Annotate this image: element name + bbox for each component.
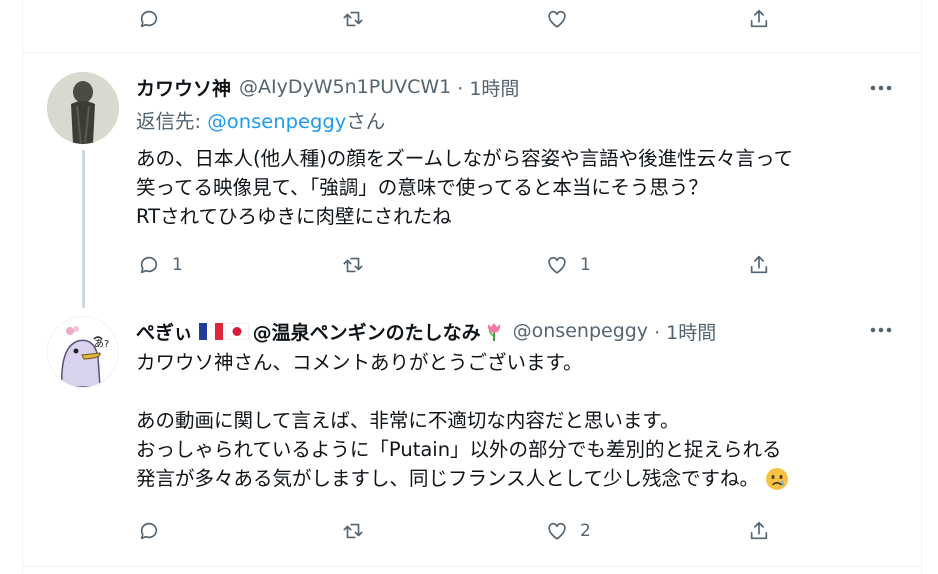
heart-icon xyxy=(548,10,566,28)
like-button[interactable]: 2 xyxy=(546,516,591,546)
retweet-button[interactable] xyxy=(342,250,376,280)
tweet-text-line: 発言が多々ある気がしますし、同じフランス人として少し残念ですね。 xyxy=(136,467,760,490)
timestamp[interactable]: · 1時間 xyxy=(457,74,519,101)
user-handle[interactable]: @onsenpeggy xyxy=(513,320,648,342)
reply-context: 返信先: @onsenpeggyさん xyxy=(136,107,385,136)
share-button[interactable] xyxy=(748,4,770,34)
retweet-icon xyxy=(343,11,363,27)
tweet-text-line: あの、日本人(他人種)の顔をズームしながら容姿や言語や後進性云々言って xyxy=(136,147,794,170)
like-count: 1 xyxy=(580,255,591,275)
like-button[interactable] xyxy=(546,4,568,34)
reply-icon xyxy=(140,10,158,28)
reply-icon xyxy=(140,256,158,274)
display-name-suffix[interactable]: @温泉ペンギンのたしなみ xyxy=(253,318,481,345)
prev-tweet-actions xyxy=(136,4,776,34)
tweet-actions: 2 xyxy=(136,516,776,546)
reply-icon xyxy=(140,522,158,540)
reply-to-handle-link[interactable]: @onsenpeggy xyxy=(207,110,346,133)
share-icon xyxy=(750,255,768,274)
divider xyxy=(22,566,920,567)
heart-icon xyxy=(548,522,566,540)
sad-but-relieved-face-icon xyxy=(766,467,789,490)
flag-france-icon xyxy=(198,322,223,340)
tweet-text-line-wrap: 発言が多々ある気がしますし、同じフランス人として少し残念ですね。 xyxy=(136,464,789,493)
share-icon xyxy=(750,9,768,28)
more-options-icon[interactable] xyxy=(868,78,894,98)
display-name[interactable]: ぺぎぃ xyxy=(136,318,193,345)
reply-count: 1 xyxy=(172,255,183,275)
share-button[interactable] xyxy=(748,250,770,280)
share-button[interactable] xyxy=(748,516,770,546)
tweet-text-line: 笑ってる映像見て、「強調」の意味で使ってると本当にそう思う？ xyxy=(136,176,708,199)
tweet-text-line: あの動画に関して言えば、非常に不適切な内容だと思います。 xyxy=(136,409,680,432)
share-icon xyxy=(750,521,768,540)
divider xyxy=(22,52,920,53)
avatar[interactable] xyxy=(47,72,119,144)
retweet-button[interactable] xyxy=(342,4,364,34)
statue-avatar-image xyxy=(47,72,119,144)
tweet-text-line: カワウソ神さん、コメントありがとうございます。 xyxy=(136,351,583,374)
reply-to-suffix: さん xyxy=(346,110,386,133)
retweet-icon xyxy=(343,257,363,273)
tweet-text-line: RTされてひろゆきに肉壁にされたね xyxy=(136,205,452,228)
display-name[interactable]: カワウソ神 xyxy=(136,74,231,101)
reply-button[interactable]: 1 xyxy=(138,250,183,280)
thread-connector xyxy=(82,150,85,308)
tweet-header: ぺぎぃ @温泉ペンギンのたしなみ @onsenpeggy · 1時間 xyxy=(136,316,716,346)
penguin-avatar-image: あ? xyxy=(48,317,118,387)
tweet-header: カワウソ神 @AIyDyW5n1PUVCW1 · 1時間 xyxy=(136,72,519,102)
retweet-button[interactable] xyxy=(342,516,376,546)
retweet-icon xyxy=(343,523,363,539)
tweet-text: あの、日本人(他人種)の顔をズームしながら容姿や言語や後進性云々言って 笑ってる… xyxy=(136,144,793,231)
reply-to-label: 返信先: xyxy=(136,110,202,133)
like-count: 2 xyxy=(580,521,591,541)
more-options-icon[interactable] xyxy=(868,320,894,340)
avatar[interactable]: あ? xyxy=(47,316,119,388)
tulip-icon xyxy=(487,323,500,341)
flag-japan-icon xyxy=(224,322,249,340)
tweet-text-line: おっしゃられているように「Putain」以外の部分でも差別的と捉えられる xyxy=(136,438,782,461)
reply-button[interactable] xyxy=(138,4,160,34)
timestamp[interactable]: · 1時間 xyxy=(654,318,716,345)
user-handle[interactable]: @AIyDyW5n1PUVCW1 xyxy=(239,76,451,98)
reply-button[interactable] xyxy=(138,516,172,546)
tweet-text-line xyxy=(136,377,789,406)
like-button[interactable]: 1 xyxy=(546,250,591,280)
tweet-text: カワウソ神さん、コメントありがとうございます。 あの動画に関して言えば、非常に不… xyxy=(136,348,789,493)
heart-icon xyxy=(548,256,566,274)
tweet-actions: 1 1 xyxy=(136,250,776,280)
svg-text:あ?: あ? xyxy=(94,338,109,350)
